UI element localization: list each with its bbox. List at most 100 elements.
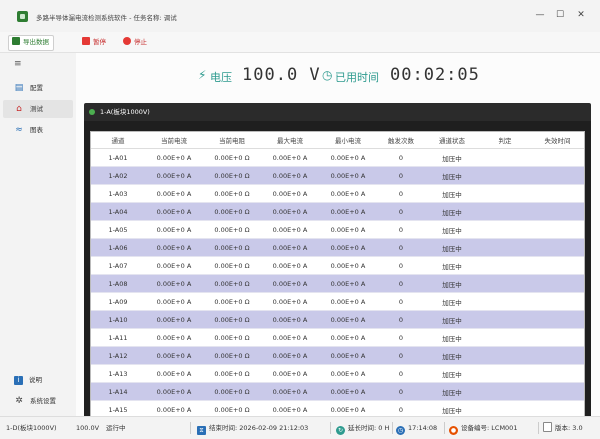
table-cell: 加压中: [425, 202, 479, 221]
table-cell: 0.00E+0 A: [319, 202, 377, 221]
config-icon: ▤: [14, 83, 24, 93]
close-button[interactable]: ✕: [573, 8, 589, 22]
metrics-bar: ⚡ 电压 100.0 V ◷ 已用时间 00:02:05: [76, 63, 600, 89]
table-cell: 加压中: [425, 256, 479, 275]
table-cell: 0.00E+0 A: [261, 166, 319, 185]
menu-icon[interactable]: ≡: [14, 59, 22, 69]
main-area: ⚡ 电压 100.0 V ◷ 已用时间 00:02:05 1-A(板块1000V…: [76, 53, 600, 418]
table-cell: [479, 328, 531, 347]
sidebar-item-label: 图表: [30, 126, 43, 134]
table-cell: 0.00E+0 A: [145, 148, 203, 167]
table-cell: [479, 184, 531, 203]
column-header[interactable]: 触发次数: [377, 132, 425, 149]
table-cell: 0.00E+0 A: [319, 256, 377, 275]
status-bar: 1-D(板块1000V) 100.0V 运行中 ⧖ 结束时间: 2026-02-0…: [0, 416, 600, 439]
table-cell: [479, 364, 531, 383]
table-row[interactable]: 1-A06 0.00E+0 A 0.00E+0 Ω 0.00E+0 A 0.00E+0 …: [91, 238, 584, 257]
table-cell: 0.00E+0 Ω: [203, 238, 261, 257]
column-header[interactable]: 通道状态: [425, 132, 479, 149]
pause-label: 暂停: [93, 38, 106, 46]
sidebar-item-config[interactable]: ▤ 配置: [3, 79, 73, 97]
table-row[interactable]: 1-A01 0.00E+0 A 0.00E+0 Ω 0.00E+0 A 0.00E+0 …: [91, 148, 584, 167]
table-row[interactable]: 1-A03 0.00E+0 A 0.00E+0 Ω 0.00E+0 A 0.00E+0 …: [91, 184, 584, 203]
info-icon: i: [14, 376, 23, 385]
export-icon: [12, 37, 20, 45]
status-divider: [538, 422, 539, 434]
table-cell: 0.00E+0 A: [145, 256, 203, 275]
table-cell: 加压中: [425, 310, 479, 329]
stop-button[interactable]: 停止: [120, 35, 151, 49]
table-cell: 加压中: [425, 382, 479, 401]
table-cell: 0.00E+0 A: [319, 382, 377, 401]
table-cell: 1-A05: [91, 220, 145, 239]
table-cell: [479, 382, 531, 401]
export-data-button[interactable]: 导出数据: [8, 35, 54, 51]
stop-label: 停止: [134, 38, 147, 46]
column-header[interactable]: 判定: [479, 132, 531, 149]
clock-icon: ◷: [322, 68, 333, 82]
column-header[interactable]: 最小电流: [319, 132, 377, 149]
table-cell: 0: [377, 202, 425, 221]
chart-icon: ≈: [15, 125, 23, 135]
table-row[interactable]: 1-A10 0.00E+0 A 0.00E+0 Ω 0.00E+0 A 0.00E+0 …: [91, 310, 584, 329]
table-cell: 0.00E+0 Ω: [203, 346, 261, 365]
table-cell: 0.00E+0 A: [261, 184, 319, 203]
table-cell: [531, 292, 584, 311]
table-cell: 0.00E+0 A: [145, 238, 203, 257]
sidebar-item-settings[interactable]: ✲ 系统设置: [3, 392, 73, 410]
sidebar-item-label: 测试: [30, 105, 43, 113]
end-time-label: 结束时间:: [209, 424, 238, 432]
table-cell: [479, 220, 531, 239]
version-value: 3.0: [572, 424, 583, 432]
column-header[interactable]: 通道: [91, 132, 145, 149]
status-divider: [330, 422, 331, 434]
table-row[interactable]: 1-A14 0.00E+0 A 0.00E+0 Ω 0.00E+0 A 0.00E+0 …: [91, 382, 584, 401]
table-cell: 0: [377, 166, 425, 185]
stop-icon: [123, 37, 131, 45]
status-divider: [444, 422, 445, 434]
column-header[interactable]: 当前电阻: [203, 132, 261, 149]
table-cell: 0.00E+0 A: [319, 274, 377, 293]
table-cell: 加压中: [425, 346, 479, 365]
table-cell: 1-A14: [91, 382, 145, 401]
sidebar-item-test[interactable]: ⌂ 测试: [3, 100, 73, 118]
table-row[interactable]: 1-A11 0.00E+0 A 0.00E+0 Ω 0.00E+0 A 0.00E+0 …: [91, 328, 584, 347]
pause-button[interactable]: 暂停: [79, 35, 110, 49]
table-cell: 1-A07: [91, 256, 145, 275]
table-cell: 加压中: [425, 292, 479, 311]
table-cell: 0.00E+0 A: [145, 274, 203, 293]
duration-label: 延长时间:: [348, 424, 377, 432]
sidebar-item-info[interactable]: i 说明: [3, 371, 73, 389]
table-cell: 0.00E+0 A: [145, 220, 203, 239]
maximize-button[interactable]: ☐: [552, 8, 568, 22]
table-cell: 0.00E+0 A: [145, 346, 203, 365]
table-cell: 加压中: [425, 166, 479, 185]
table-cell: 0.00E+0 A: [319, 238, 377, 257]
table-row[interactable]: 1-A02 0.00E+0 A 0.00E+0 Ω 0.00E+0 A 0.00E+0 …: [91, 166, 584, 185]
table-row[interactable]: 1-A05 0.00E+0 A 0.00E+0 Ω 0.00E+0 A 0.00E+0 …: [91, 220, 584, 239]
column-header[interactable]: 当前电流: [145, 132, 203, 149]
table-cell: [479, 274, 531, 293]
column-header[interactable]: 失效时间: [531, 132, 584, 149]
table-cell: 0.00E+0 A: [145, 292, 203, 311]
gear-icon: ✲: [15, 396, 23, 406]
table-row[interactable]: 1-A13 0.00E+0 A 0.00E+0 Ω 0.00E+0 A 0.00E+0 …: [91, 364, 584, 383]
table-row[interactable]: 1-A12 0.00E+0 A 0.00E+0 Ω 0.00E+0 A 0.00E+0 …: [91, 346, 584, 365]
table-row[interactable]: 1-A07 0.00E+0 A 0.00E+0 Ω 0.00E+0 A 0.00E+0 …: [91, 256, 584, 275]
table-cell: [531, 166, 584, 185]
minimize-button[interactable]: —: [532, 8, 548, 22]
table-cell: 0: [377, 310, 425, 329]
device-group: ● 设备编号: LCM001: [449, 417, 517, 439]
table-cell: 1-A13: [91, 364, 145, 383]
elapsed-label: 已用时间: [335, 71, 379, 84]
export-data-label: 导出数据: [23, 38, 49, 46]
table-row[interactable]: 1-A08 0.00E+0 A 0.00E+0 Ω 0.00E+0 A 0.00E+0 …: [91, 274, 584, 293]
table-row[interactable]: 1-A04 0.00E+0 A 0.00E+0 Ω 0.00E+0 A 0.00E+0 …: [91, 202, 584, 221]
table-cell: [531, 274, 584, 293]
table-row[interactable]: 1-A09 0.00E+0 A 0.00E+0 Ω 0.00E+0 A 0.00E+0 …: [91, 292, 584, 311]
panel-header[interactable]: 1-A(板块1000V): [84, 103, 591, 121]
panel-title: 1-A(板块1000V): [100, 108, 150, 116]
table-cell: [531, 310, 584, 329]
column-header[interactable]: 最大电流: [261, 132, 319, 149]
sidebar-item-chart[interactable]: ≈ 图表: [3, 121, 73, 139]
